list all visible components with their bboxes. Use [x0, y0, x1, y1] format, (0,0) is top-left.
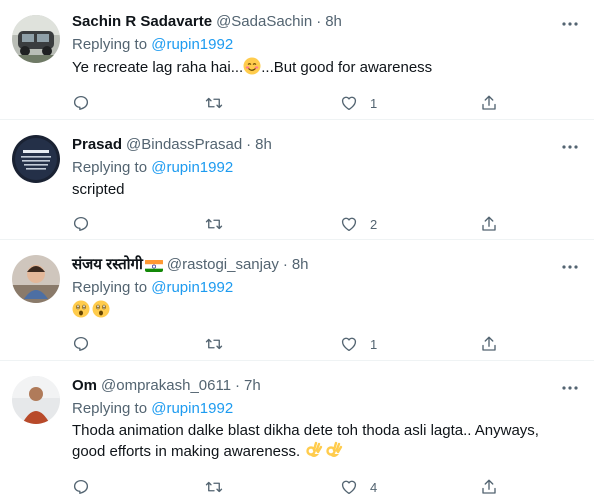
- tweet[interactable]: Prasad @BindassPrasad · 8h Replying to @…: [0, 120, 594, 240]
- tweet-text: Thoda animation dalke blast dikha dete t…: [72, 421, 594, 465]
- like-count: 4: [370, 479, 378, 495]
- separator-dot: ·: [235, 377, 241, 394]
- mention-link[interactable]: @rupin1992: [151, 400, 233, 417]
- share-icon: [482, 216, 496, 231]
- avatar[interactable]: [12, 15, 60, 63]
- replying-to: Replying to @rupin1992: [72, 158, 594, 178]
- reply-icon: [73, 216, 89, 231]
- timestamp[interactable]: 7h: [244, 376, 261, 396]
- share-button[interactable]: [480, 334, 498, 354]
- retweet-icon: [205, 338, 223, 350]
- share-button[interactable]: [480, 477, 498, 497]
- tweet-text-line: Thoda animation dalke blast dikha dete t…: [72, 422, 539, 439]
- mention-link[interactable]: @rupin1992: [151, 159, 233, 176]
- timestamp[interactable]: 8h: [325, 12, 342, 32]
- author-handle[interactable]: @BindassPrasad: [126, 135, 242, 155]
- share-icon: [482, 336, 496, 351]
- replying-prefix: Replying to: [72, 400, 148, 417]
- author-name[interactable]: संजय रस्तोगी: [72, 255, 143, 275]
- reply-button[interactable]: [72, 477, 90, 497]
- ok-hand-emoji: [305, 441, 323, 465]
- tweet-text: Ye recreate lag raha hai... ...But good f…: [72, 57, 594, 81]
- tweet-text-line-wrap: good efforts in making awareness.: [72, 441, 574, 465]
- like-button[interactable]: 1: [340, 93, 377, 113]
- replying-prefix: Replying to: [72, 279, 148, 296]
- tweet[interactable]: संजय रस्तोगी @rastogi_sanjay · 8h Replyi…: [0, 240, 594, 361]
- reply-icon: [73, 95, 89, 110]
- retweet-button[interactable]: [204, 93, 224, 113]
- like-icon: [341, 217, 357, 232]
- author-handle[interactable]: @SadaSachin: [216, 12, 312, 32]
- retweet-button[interactable]: [204, 334, 224, 354]
- like-icon: [341, 480, 357, 495]
- more-icon[interactable]: [560, 257, 580, 277]
- mention-link[interactable]: @rupin1992: [151, 36, 233, 53]
- action-bar: 1: [72, 93, 594, 113]
- tweet-text: [72, 300, 594, 322]
- author-name[interactable]: Sachin R Sadavarte: [72, 12, 212, 32]
- like-button[interactable]: 4: [340, 477, 377, 497]
- timestamp[interactable]: 8h: [255, 135, 272, 155]
- like-button[interactable]: 1: [340, 334, 377, 354]
- like-count: 2: [370, 216, 378, 232]
- action-bar: 1: [72, 334, 594, 354]
- author-name[interactable]: Om: [72, 376, 97, 396]
- replying-prefix: Replying to: [72, 159, 148, 176]
- more-icon[interactable]: [560, 14, 580, 34]
- action-bar: 2: [72, 214, 594, 234]
- avatar[interactable]: [12, 135, 60, 183]
- replying-prefix: Replying to: [72, 36, 148, 53]
- share-button[interactable]: [480, 93, 498, 113]
- retweet-button[interactable]: [204, 477, 224, 497]
- tweet-text: scripted: [72, 181, 125, 198]
- reply-feed: Sachin R Sadavarte @SadaSachin · 8h Repl…: [0, 0, 594, 501]
- india-flag-icon: [144, 259, 163, 272]
- author-name[interactable]: Prasad: [72, 135, 122, 155]
- retweet-button[interactable]: [204, 214, 224, 234]
- tweet-text-line: good efforts in making awareness.: [72, 443, 301, 460]
- ok-hand-emoji: [325, 441, 343, 465]
- more-icon[interactable]: [560, 378, 580, 398]
- tweet-text-part: Ye recreate lag raha hai...: [72, 59, 244, 76]
- avatar[interactable]: [12, 376, 60, 424]
- separator-dot: ·: [246, 136, 252, 153]
- timestamp[interactable]: 8h: [292, 255, 309, 275]
- avatar[interactable]: [12, 255, 60, 303]
- tweet[interactable]: Sachin R Sadavarte @SadaSachin · 8h Repl…: [0, 0, 594, 120]
- reply-icon: [73, 479, 89, 494]
- retweet-icon: [205, 97, 223, 109]
- author-handle[interactable]: @omprakash_0611: [101, 376, 231, 396]
- reply-icon: [73, 336, 89, 351]
- replying-to: Replying to @rupin1992: [72, 35, 594, 55]
- mention-link[interactable]: @rupin1992: [151, 279, 233, 296]
- separator-dot: ·: [316, 13, 322, 30]
- tweet[interactable]: Om @omprakash_0611 · 7h Replying to @rup…: [0, 361, 594, 501]
- astonished-face-emoji: [92, 300, 110, 324]
- replying-to: Replying to @rupin1992: [72, 399, 594, 419]
- share-icon: [482, 95, 496, 110]
- like-icon: [341, 96, 357, 111]
- reply-button[interactable]: [72, 334, 90, 354]
- replying-to: Replying to @rupin1992: [72, 278, 594, 298]
- author-handle[interactable]: @rastogi_sanjay: [167, 255, 279, 275]
- like-button[interactable]: 2: [340, 214, 377, 234]
- share-button[interactable]: [480, 214, 498, 234]
- retweet-icon: [205, 481, 223, 493]
- tweet-text-part: ...But good for awareness: [261, 59, 433, 76]
- separator-dot: ·: [282, 256, 288, 273]
- reply-button[interactable]: [72, 214, 90, 234]
- action-bar: 4: [72, 477, 594, 497]
- reply-button[interactable]: [72, 93, 90, 113]
- like-icon: [341, 337, 357, 352]
- like-count: 1: [370, 336, 378, 352]
- more-icon[interactable]: [560, 137, 580, 157]
- share-icon: [482, 479, 496, 494]
- like-count: 1: [370, 95, 378, 111]
- retweet-icon: [205, 218, 223, 230]
- smiling-face-emoji: [243, 57, 261, 81]
- astonished-face-emoji: [72, 300, 90, 324]
